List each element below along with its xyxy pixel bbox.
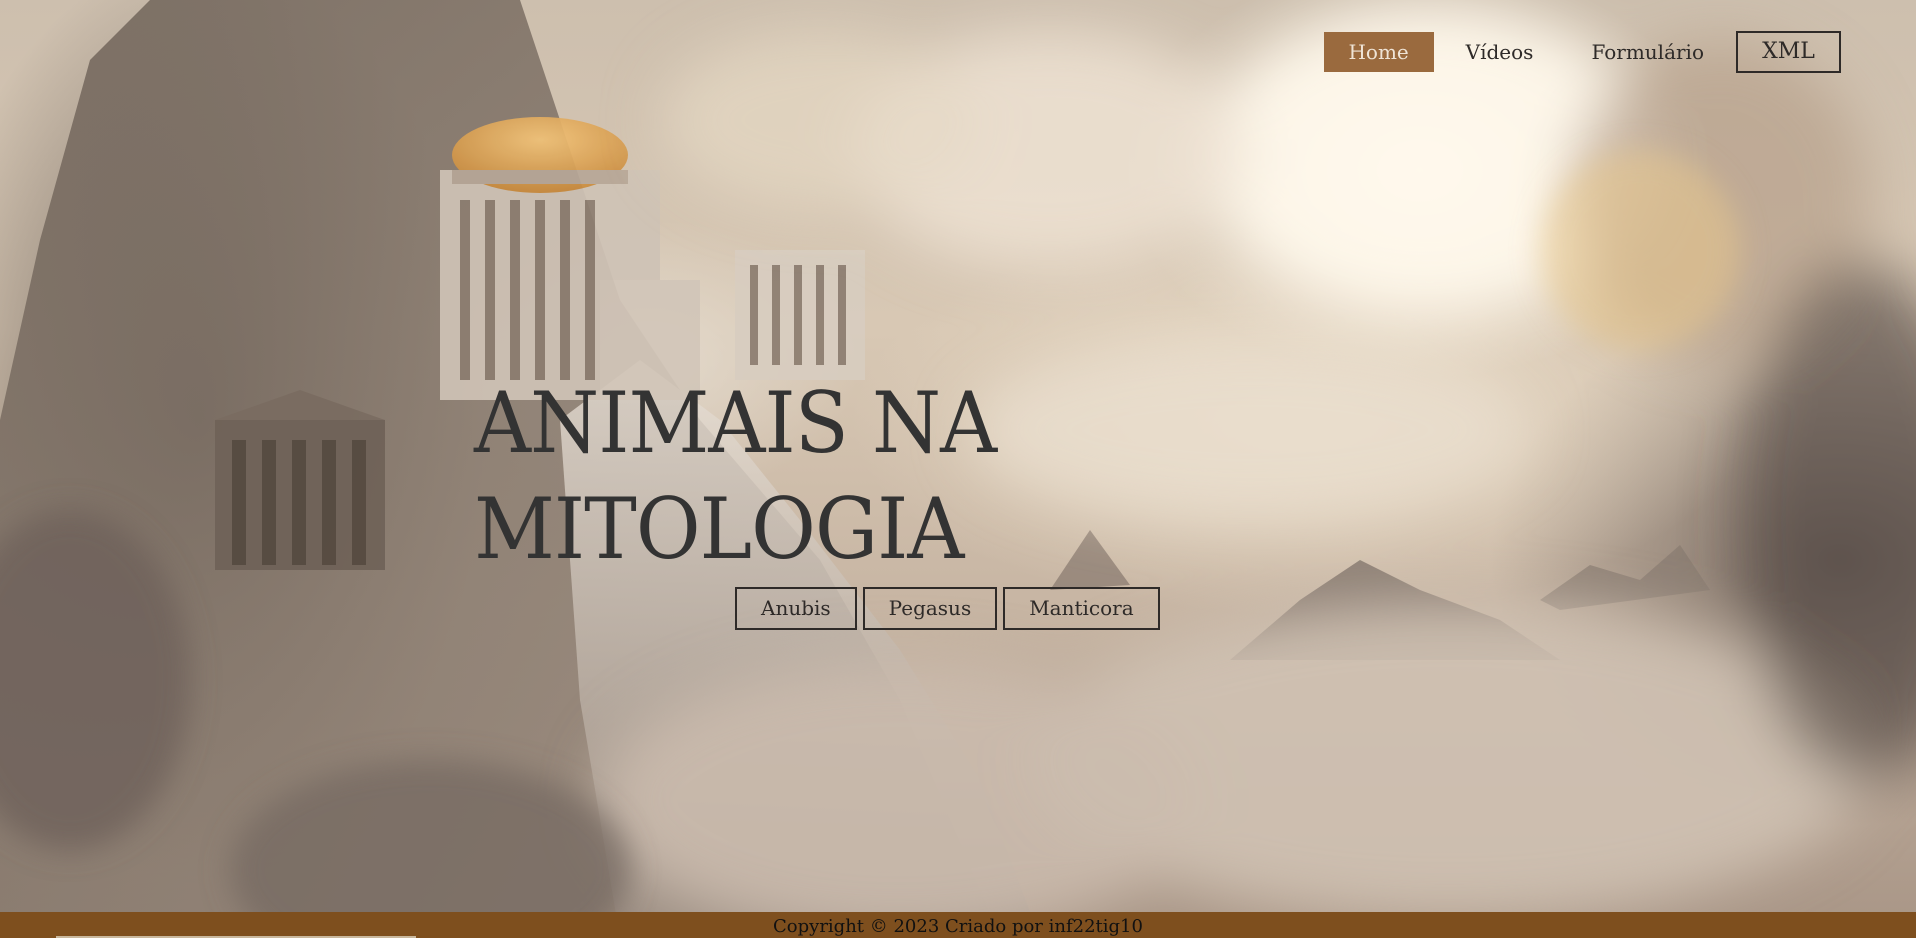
nav-home-link[interactable]: Home xyxy=(1323,32,1434,72)
nav-videos-link[interactable]: Vídeos xyxy=(1466,40,1534,64)
nav-xml-link[interactable]: XML xyxy=(1736,31,1841,73)
footer: Copyright © 2023 Criado por inf22tig10 xyxy=(0,912,1916,938)
animal-links: Anubis Pegasus Manticora xyxy=(735,587,1160,630)
page-title-line-2: MITOLOGIA xyxy=(474,480,964,578)
page-title-line-1: ANIMAIS NA xyxy=(474,374,997,472)
page: Home Vídeos Formulário XML ANIMAIS NA MI… xyxy=(0,0,1916,938)
nav-form-link[interactable]: Formulário xyxy=(1591,40,1704,64)
main-nav: Home Vídeos Formulário XML xyxy=(1323,31,1841,73)
page-title: ANIMAIS NA MITOLOGIA xyxy=(474,370,997,582)
pegasus-button[interactable]: Pegasus xyxy=(862,587,998,630)
manticora-button[interactable]: Manticora xyxy=(1003,587,1160,630)
anubis-button[interactable]: Anubis xyxy=(735,587,857,630)
footer-copyright: Copyright © 2023 Criado por inf22tig10 xyxy=(773,916,1143,937)
